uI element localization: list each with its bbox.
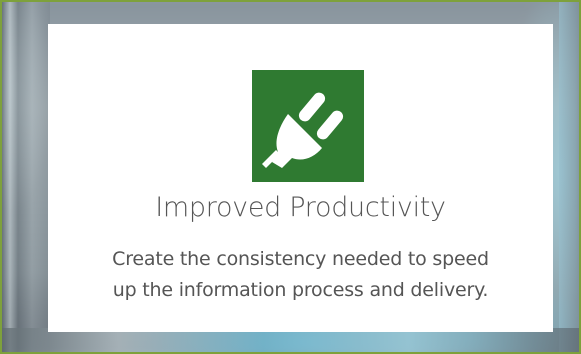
background-machine-left bbox=[2, 2, 50, 352]
feature-title: Improved Productivity bbox=[155, 192, 446, 223]
feature-card: Improved Productivity Create the consist… bbox=[48, 24, 553, 332]
feature-description: Create the consistency needed to speed u… bbox=[48, 244, 553, 306]
feature-description-line: up the information process and delivery. bbox=[112, 279, 489, 301]
feature-description-line: Create the consistency needed to speed bbox=[112, 248, 489, 270]
plug-icon bbox=[252, 70, 364, 182]
feature-panel: Improved Productivity Create the consist… bbox=[0, 0, 581, 354]
background-machine-right bbox=[559, 2, 579, 352]
